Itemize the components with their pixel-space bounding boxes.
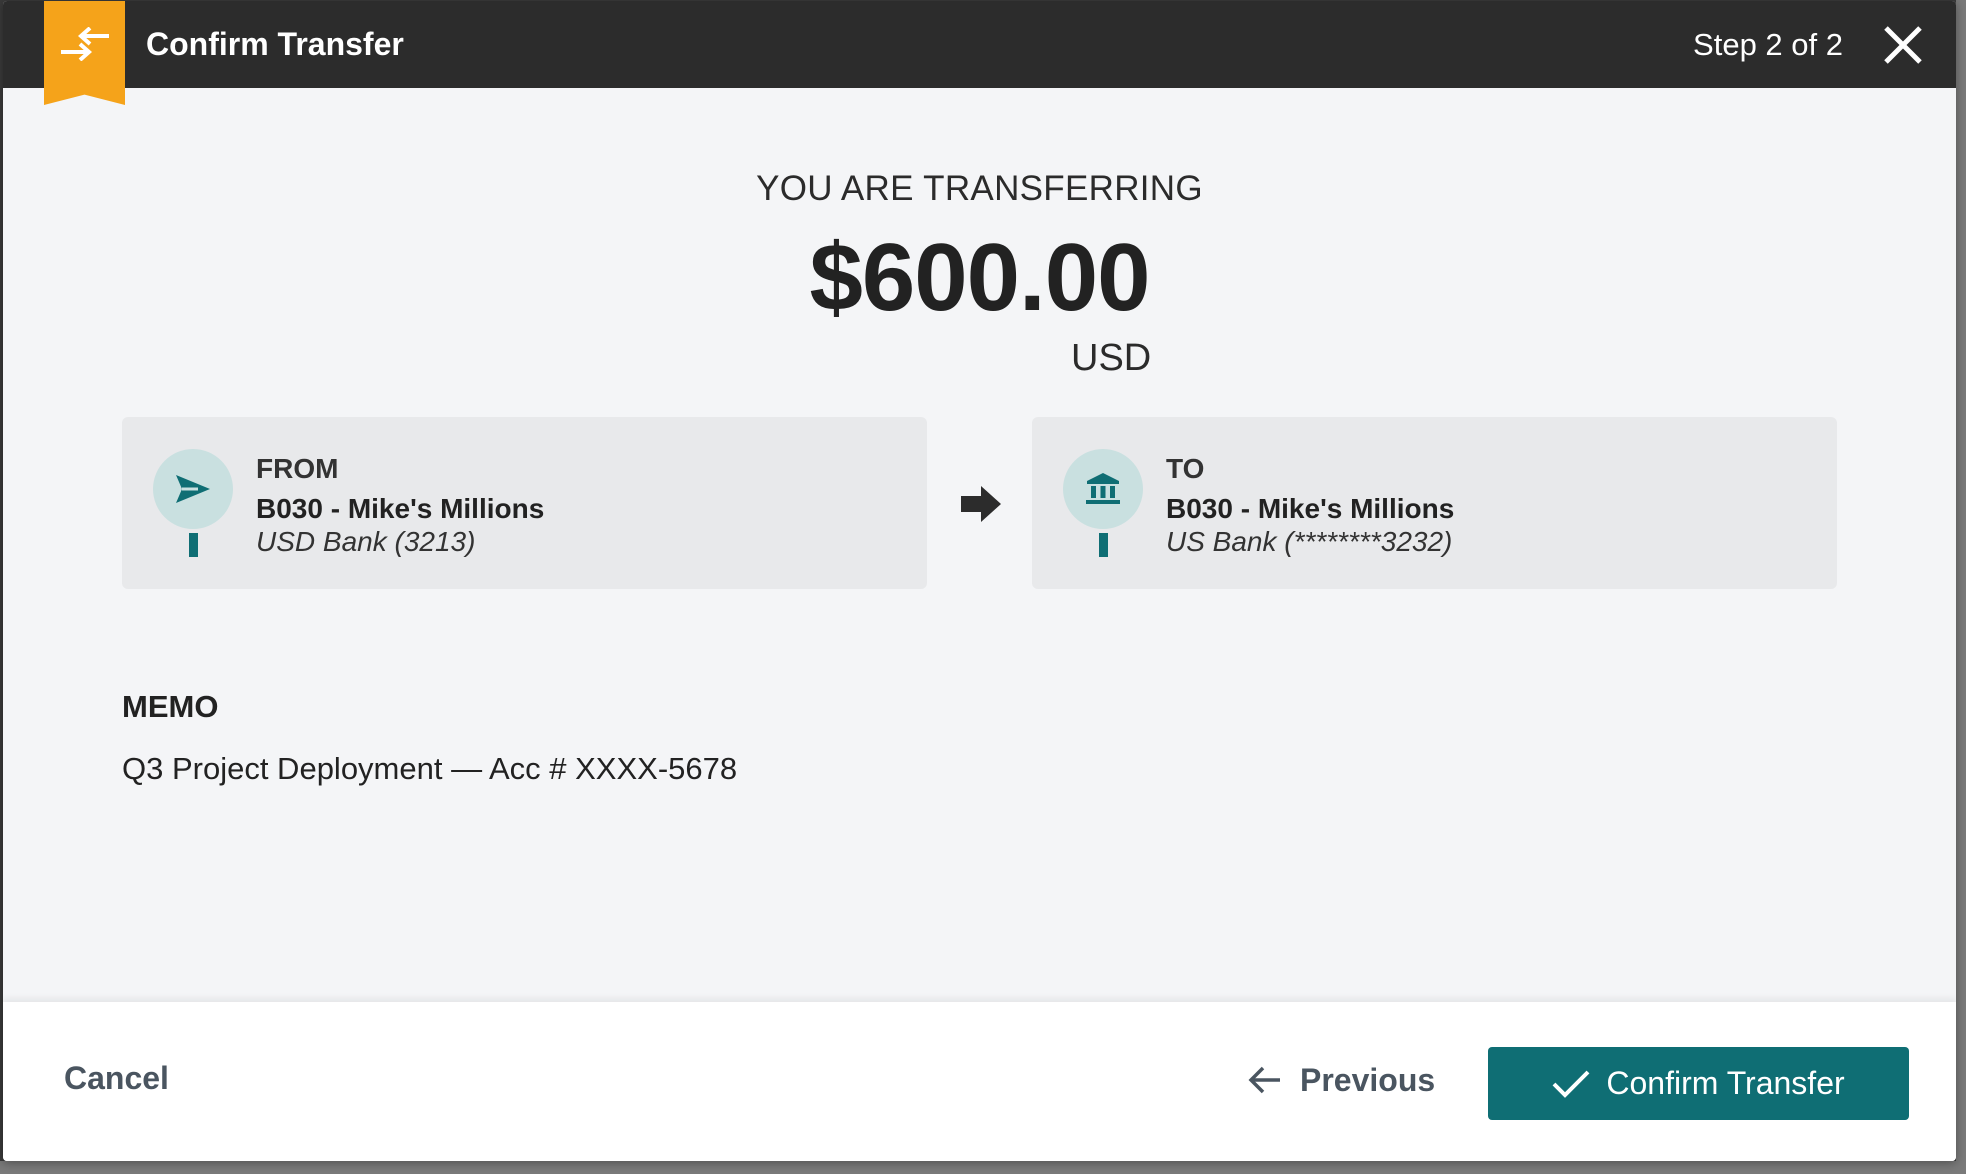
previous-label: Previous	[1300, 1061, 1436, 1098]
memo-text: Q3 Project Deployment — Acc # XXXX-5678	[122, 751, 738, 786]
send-icon	[176, 475, 210, 503]
amount-caption: YOU ARE TRANSFERRING	[756, 169, 1203, 208]
amount-currency: USD	[1071, 337, 1152, 379]
dialog-footer: Cancel Previous Confirm Transfer	[3, 1002, 1956, 1161]
bank-icon	[1086, 473, 1120, 504]
close-button[interactable]	[1881, 23, 1925, 67]
previous-button[interactable]: Previous	[1248, 1058, 1435, 1102]
background-page-edge	[1956, 0, 1966, 1174]
to-label: TO	[1166, 453, 1205, 484]
right-arrow-icon	[961, 486, 1001, 522]
to-account-name: B030 - Mike's Millions	[1166, 493, 1455, 524]
header-ribbon	[44, 1, 125, 105]
to-icon-circle	[1063, 449, 1143, 529]
from-label: FROM	[256, 453, 339, 484]
confirm-transfer-button[interactable]: Confirm Transfer	[1488, 1047, 1909, 1120]
to-icon-stem	[1099, 533, 1108, 557]
cancel-button[interactable]: Cancel	[64, 1060, 169, 1097]
from-account-card: FROM B030 - Mike's Millions USD Bank (32…	[122, 417, 927, 589]
background-page-edge-bottom	[0, 1161, 1966, 1174]
to-account-card: TO B030 - Mike's Millions US Bank (*****…	[1032, 417, 1837, 589]
memo-heading: MEMO	[122, 689, 219, 724]
confirm-transfer-label: Confirm Transfer	[1606, 1065, 1845, 1101]
to-account-bank: US Bank (********3232)	[1166, 526, 1453, 557]
arrow-left-icon	[1248, 1066, 1280, 1094]
dialog-header: Confirm Transfer Step 2 of 2	[3, 1, 1956, 105]
checkmark-icon	[1552, 1070, 1590, 1098]
dialog-title: Confirm Transfer	[146, 26, 404, 62]
from-account-name: B030 - Mike's Millions	[256, 493, 545, 524]
step-indicator: Step 2 of 2	[1693, 27, 1843, 62]
from-icon-circle	[153, 449, 233, 529]
close-icon	[1884, 26, 1922, 64]
from-account-bank: USD Bank (3213)	[256, 526, 476, 557]
transfer-arrows-icon	[60, 27, 109, 61]
confirm-transfer-dialog: Confirm Transfer Step 2 of 2 YOU ARE TRA…	[3, 1, 1956, 1161]
from-icon-stem	[189, 533, 198, 557]
transfer-amount: $600.00	[809, 224, 1150, 331]
